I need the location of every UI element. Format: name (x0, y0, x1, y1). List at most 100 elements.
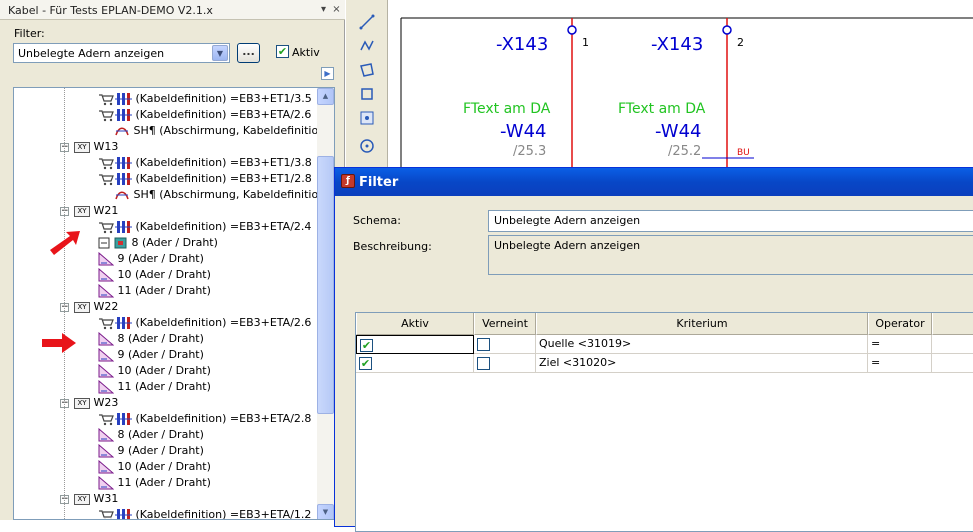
value-cell[interactable] (932, 354, 973, 373)
verneint-cell[interactable] (474, 335, 536, 354)
wire-icon (98, 380, 114, 394)
apply-filter-icon[interactable]: ▶ (321, 67, 334, 80)
column-header-operator[interactable]: Operator (868, 313, 932, 335)
scroll-down-icon[interactable]: ▼ (317, 504, 334, 519)
schema-select[interactable]: Unbelegte Adern anzeigen (488, 210, 973, 232)
close-icon[interactable]: × (330, 3, 343, 16)
tree-guides (64, 88, 65, 519)
tree-row-label: (Kabeldefinition) =EB3+ET1/3.5 (135, 92, 312, 105)
tree-wire[interactable]: 10 (Ader / Draht) (98, 363, 211, 379)
tree-cable-definition[interactable]: (Kabeldefinition) =EB3+ET1/2.8 (98, 171, 312, 187)
tree-cable-definition[interactable]: (Kabeldefinition) =EB3+ETA/2.4 (98, 219, 311, 235)
tree-row-label: 9 (Ader / Draht) (117, 252, 204, 265)
aktiv-checkbox[interactable]: ✔ (276, 45, 289, 58)
kriterium-cell[interactable]: Quelle <31019> (536, 335, 868, 354)
criteria-grid[interactable]: Aktiv Verneint Kriterium Operator ✔ Quel… (355, 312, 973, 532)
scroll-thumb[interactable] (317, 156, 334, 414)
polyline-tool-icon[interactable] (359, 38, 375, 54)
polygon-tool-icon[interactable] (359, 62, 375, 78)
aktiv-checkbox[interactable]: ✔ (360, 339, 373, 352)
tree-cable-definition[interactable]: (Kabeldefinition) =EB3+ETA/2.6 (98, 107, 311, 123)
aktiv-checkbox[interactable]: ✔ (359, 357, 372, 370)
dialog-title: Filter (359, 175, 399, 190)
schema-label: Schema: (353, 214, 401, 227)
tree-shield[interactable]: SH¶ (Abschirmung, Kabeldefinition) =EB3- (98, 187, 335, 203)
filter-dialog-icon: ƒ (341, 174, 355, 188)
tree-cable-definition[interactable]: (Kabeldefinition) =EB3+ET1/3.5 (98, 91, 312, 107)
tree-cable-definition[interactable]: (Kabeldefinition) =EB3+ET1/3.8 (98, 155, 312, 171)
terminal-tag: -X143 (496, 34, 549, 55)
tree-wire[interactable]: 8 (Ader / Draht) (98, 235, 218, 251)
tree-row-label: 8 (Ader / Draht) (131, 236, 218, 249)
value-cell[interactable] (932, 335, 973, 354)
tree-wire[interactable]: 11 (Ader / Draht) (98, 283, 211, 299)
cable-tag: -W44 (500, 121, 547, 142)
tree-wire[interactable]: 11 (Ader / Draht) (98, 475, 211, 491)
operator-cell[interactable]: = (868, 335, 932, 354)
cart-cable-icon (98, 508, 132, 519)
tree-wire[interactable]: 8 (Ader / Draht) (98, 331, 204, 347)
scroll-up-icon[interactable]: ▲ (317, 88, 334, 105)
operator-cell[interactable]: = (868, 354, 932, 373)
tree-wire[interactable]: 8 (Ader / Draht) (98, 427, 204, 443)
function-text: FText am DA (618, 101, 706, 117)
move-tool-icon[interactable] (359, 110, 375, 126)
chevron-down-icon[interactable]: ▼ (212, 45, 228, 61)
verneint-checkbox[interactable] (477, 338, 490, 351)
tree-shield[interactable]: SH¶ (Abschirmung, Kabeldefinition) =EB3- (98, 123, 334, 139)
column-header-kriterium[interactable]: Kriterium (536, 313, 868, 335)
column-header-verneint[interactable]: Verneint (474, 313, 536, 335)
verneint-checkbox[interactable] (477, 357, 490, 370)
tree-wire[interactable]: 9 (Ader / Draht) (98, 443, 204, 459)
tree-wire[interactable]: 9 (Ader / Draht) (98, 251, 204, 267)
tree-cable-node[interactable]: XY W31 (74, 491, 118, 507)
tree-wire[interactable]: 10 (Ader / Draht) (98, 267, 211, 283)
verneint-cell[interactable] (474, 354, 536, 373)
cable-panel: Kabel - Für Tests EPLAN-DEMO V2.1.x ▾ × … (0, 0, 345, 520)
tree-cable-definition[interactable]: (Kabeldefinition) =EB3+ETA/2.8 (98, 411, 311, 427)
line-tool-icon[interactable] (359, 14, 375, 30)
pin-icon[interactable]: ▾ (317, 3, 330, 16)
cart-cable-icon (98, 156, 132, 170)
tree-scrollbar[interactable]: ▲ ▼ (317, 88, 334, 519)
filter-select[interactable]: Unbelegte Adern anzeigen ▼ (13, 43, 230, 63)
tree-cable-node[interactable]: XY W22 (74, 299, 118, 315)
tree-row-label: 10 (Ader / Draht) (117, 364, 211, 377)
tree-row-label: 9 (Ader / Draht) (117, 348, 204, 361)
wire-icon (98, 348, 114, 362)
aktiv-cell[interactable]: ✔ (356, 354, 474, 373)
cable-tree[interactable]: (Kabeldefinition) =EB3+ET1/3.5 (Kabeldef… (13, 87, 335, 520)
tree-cable-node[interactable]: XY W13 (74, 139, 118, 155)
tree-wire[interactable]: 9 (Ader / Draht) (98, 347, 204, 363)
aktiv-cell[interactable]: ✔ (356, 335, 474, 354)
wire-icon (98, 428, 114, 442)
wire-icon (98, 268, 114, 282)
tree-row-label: SH¶ (Abschirmung, Kabeldefinition) =EB3- (133, 188, 335, 201)
dialog-titlebar[interactable]: ƒ Filter (335, 168, 973, 196)
rectangle-tool-icon[interactable] (359, 86, 375, 102)
filter-more-button[interactable]: ... (237, 43, 260, 63)
tree-row-label: (Kabeldefinition) =EB3+ETA/2.6 (135, 316, 312, 329)
filter-select-value: Unbelegte Adern anzeigen (18, 47, 165, 60)
filter-dialog: ƒ Filter Schema: Unbelegte Adern anzeige… (334, 167, 973, 532)
tree-row-label: 11 (Ader / Draht) (117, 380, 211, 393)
tree-cable-node[interactable]: XY W21 (74, 203, 118, 219)
cross-reference: /25.3 (513, 144, 547, 159)
panel-title: Kabel - Für Tests EPLAN-DEMO V2.1.x (8, 4, 213, 17)
wire-icon (98, 236, 128, 249)
tree-wire[interactable]: 10 (Ader / Draht) (98, 459, 211, 475)
cross-reference: /25.2 (668, 144, 702, 159)
column-header-aktiv[interactable]: Aktiv (356, 313, 474, 335)
tree-wire[interactable]: 11 (Ader / Draht) (98, 379, 211, 395)
tree-row-label: (Kabeldefinition) =EB3+ETA/2.6 (135, 108, 312, 121)
terminal-number: 2 (737, 36, 744, 49)
wire-icon (98, 460, 114, 474)
circle-tool-icon[interactable] (359, 138, 375, 154)
cart-cable-icon (98, 172, 132, 186)
description-field[interactable]: Unbelegte Adern anzeigen (488, 235, 973, 275)
tree-cable-definition[interactable]: (Kabeldefinition) =EB3+ETA/2.6 (98, 315, 311, 331)
kriterium-cell[interactable]: Ziel <31020> (536, 354, 868, 373)
tree-cable-definition[interactable]: (Kabeldefinition) =EB3+ETA/1.2 (98, 507, 311, 519)
cart-cable-icon (98, 316, 132, 330)
tree-cable-node[interactable]: XY W23 (74, 395, 118, 411)
